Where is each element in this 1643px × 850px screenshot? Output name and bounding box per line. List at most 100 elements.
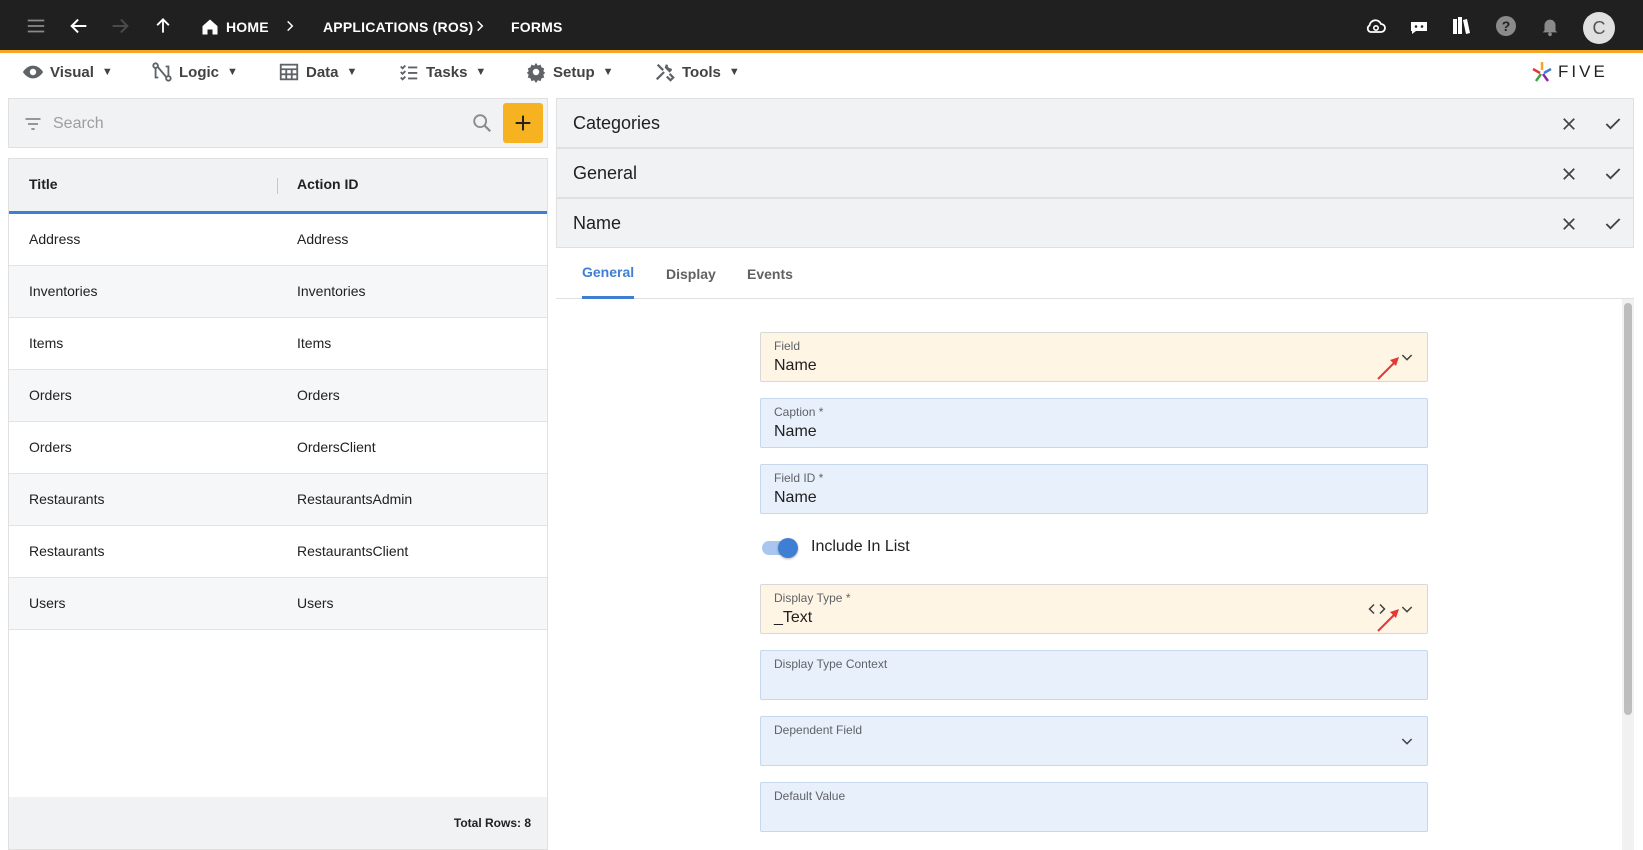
close-icon[interactable]: [1557, 112, 1581, 136]
cell-title: Orders: [29, 387, 72, 403]
tab-general[interactable]: General: [582, 248, 635, 299]
breadcrumb-forms[interactable]: FORMS: [511, 0, 563, 53]
menu-tools[interactable]: Tools ▼: [654, 53, 740, 91]
scrollbar-thumb[interactable]: [1624, 303, 1632, 715]
tools-icon: [655, 63, 675, 82]
forward-arrow-icon[interactable]: [104, 10, 136, 42]
field-lookup[interactable]: Field Name: [760, 332, 1428, 382]
cell-action-id: RestaurantsAdmin: [297, 491, 413, 507]
default-value-label: Default Value: [774, 789, 846, 803]
svg-text:?: ?: [1502, 18, 1511, 34]
breadcrumb-home[interactable]: HOME: [200, 0, 269, 53]
cell-action-id: Address: [297, 231, 349, 247]
form-scrollbar[interactable]: [1622, 299, 1634, 850]
hamburger-menu-icon[interactable]: [20, 10, 52, 42]
table-footer: Total Rows: 8: [9, 797, 547, 849]
table-row[interactable]: Restaurants RestaurantsAdmin: [9, 474, 547, 526]
check-icon[interactable]: [1601, 162, 1625, 186]
caption-field[interactable]: Caption * Name: [760, 398, 1428, 448]
filter-icon[interactable]: [23, 114, 43, 134]
field-label: Field: [774, 339, 801, 353]
table-row[interactable]: Inventories Inventories: [9, 266, 547, 318]
help-icon[interactable]: ?: [1490, 10, 1522, 42]
breadcrumb-label: FORMS: [511, 18, 563, 35]
display-type-context-field[interactable]: Display Type Context: [760, 650, 1428, 700]
caret-down-icon: ▼: [346, 66, 358, 78]
table-row[interactable]: Users Users: [9, 578, 547, 630]
display-type-field[interactable]: Display Type * _Text: [760, 584, 1428, 634]
close-icon[interactable]: [1557, 212, 1581, 236]
menu-label: Data: [306, 63, 339, 81]
forms-table: Title Action ID Address Address Inventor…: [8, 158, 548, 850]
breadcrumb-label: HOME: [226, 18, 269, 35]
tab-events[interactable]: Events: [747, 248, 793, 299]
panel-header-general[interactable]: General: [556, 148, 1634, 198]
display-type-context-label: Display Type Context: [774, 657, 888, 671]
chevron-down-icon[interactable]: [1397, 731, 1417, 751]
five-logo: FIVE: [1530, 59, 1608, 85]
field-value: Name: [774, 357, 817, 374]
cell-action-id: Inventories: [297, 283, 366, 299]
column-header-action-id[interactable]: Action ID: [297, 176, 358, 192]
menu-label: Tools: [682, 63, 721, 81]
home-icon: [202, 19, 218, 34]
cell-action-id: Orders: [297, 387, 340, 403]
check-icon[interactable]: [1601, 212, 1625, 236]
search-icon[interactable]: [471, 112, 493, 134]
cell-action-id: RestaurantsClient: [297, 543, 409, 559]
menu-data[interactable]: Data ▼: [278, 53, 357, 91]
table-row[interactable]: Restaurants RestaurantsClient: [9, 526, 547, 578]
close-icon[interactable]: [1557, 162, 1581, 186]
breadcrumb-label: APPLICATIONS (ROS): [323, 18, 474, 35]
table-row[interactable]: Items Items: [9, 318, 547, 370]
menu-visual[interactable]: Visual ▼: [22, 53, 113, 91]
panel-header-categories[interactable]: Categories: [556, 98, 1634, 148]
menu-logic[interactable]: Logic ▼: [151, 53, 238, 91]
cell-title: Orders: [29, 439, 72, 455]
cell-title: Users: [29, 595, 66, 611]
menu-label: Visual: [50, 63, 94, 81]
menu-setup[interactable]: Setup ▼: [525, 53, 614, 91]
panel-title: General: [573, 163, 638, 183]
breadcrumb-applications[interactable]: APPLICATIONS (ROS): [323, 0, 473, 53]
field-id-label: Field ID *: [774, 471, 824, 485]
table-row[interactable]: Address Address: [9, 214, 547, 266]
library-books-icon[interactable]: [1446, 10, 1478, 42]
chat-bot-icon[interactable]: [1403, 10, 1435, 42]
cell-action-id: Items: [297, 335, 332, 351]
display-type-label: Display Type *: [774, 591, 851, 605]
column-header-title[interactable]: Title: [29, 176, 58, 192]
chevron-right-icon: [470, 16, 490, 36]
add-record-button[interactable]: [503, 103, 543, 143]
menu-label: Setup: [553, 63, 595, 81]
cloud-sync-icon[interactable]: [1360, 10, 1392, 42]
caption-value: Name: [774, 423, 817, 440]
dependent-field-select[interactable]: Dependent Field: [760, 716, 1428, 766]
include-in-list-toggle[interactable]: [760, 535, 800, 561]
table-header: Title Action ID: [9, 159, 547, 214]
panel-header-name[interactable]: Name: [556, 198, 1634, 248]
table-row[interactable]: Orders OrdersClient: [9, 422, 547, 474]
plus-icon: [515, 115, 531, 131]
caret-down-icon: ▼: [227, 66, 238, 78]
caret-down-icon: ▼: [101, 66, 113, 78]
cell-title: Address: [29, 231, 81, 247]
tab-display[interactable]: Display: [666, 248, 716, 299]
table-row[interactable]: Orders Orders: [9, 370, 547, 422]
user-avatar[interactable]: C: [1583, 12, 1615, 44]
default-value-field[interactable]: Default Value: [760, 782, 1428, 832]
detail-panel: Categories General Name General Display …: [556, 98, 1634, 850]
cell-title: Inventories: [29, 283, 98, 299]
annotation-arrow-icon: [1377, 357, 1399, 380]
cell-title: Restaurants: [29, 543, 105, 559]
up-arrow-icon[interactable]: [147, 10, 179, 42]
back-arrow-icon[interactable]: [63, 10, 95, 42]
cell-action-id: OrdersClient: [297, 439, 376, 455]
notifications-bell-icon[interactable]: [1534, 10, 1566, 42]
menu-label: Tasks: [426, 63, 468, 81]
search-input[interactable]: [53, 113, 433, 135]
field-id-field[interactable]: Field ID * Name: [760, 464, 1428, 514]
menu-tasks[interactable]: Tasks ▼: [398, 53, 486, 91]
toggle-knob: [778, 538, 798, 558]
check-icon[interactable]: [1601, 112, 1625, 136]
